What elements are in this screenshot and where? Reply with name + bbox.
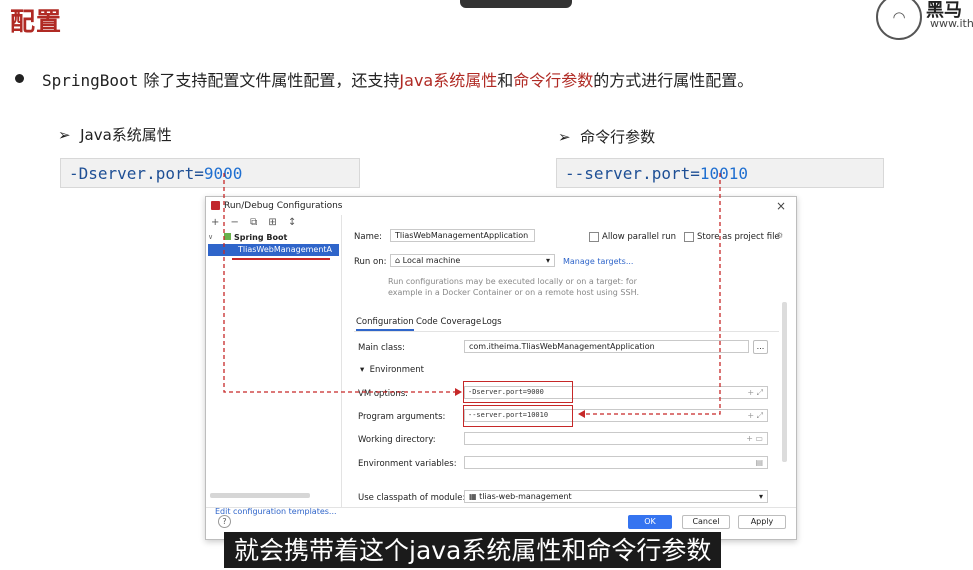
left-arrowhead bbox=[455, 388, 462, 396]
subtitle-caption: 就会携带着这个java系统属性和命令行参数 bbox=[224, 532, 722, 568]
right-arrowhead bbox=[578, 410, 585, 418]
left-arrow-line bbox=[223, 173, 455, 393]
right-arrow-line bbox=[585, 173, 721, 415]
annotation-arrows bbox=[223, 173, 721, 418]
